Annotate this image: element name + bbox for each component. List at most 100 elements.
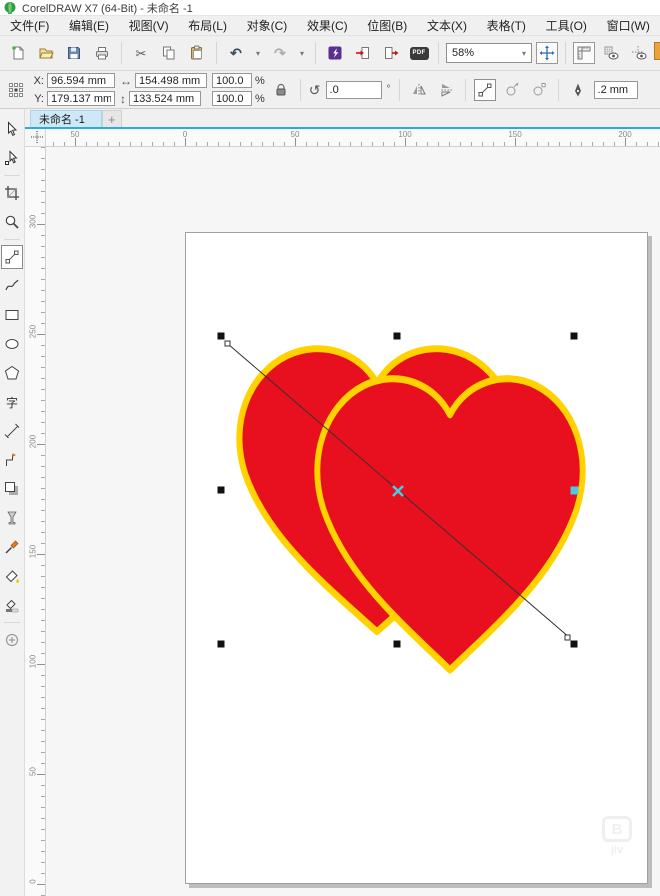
- quick-customize-button[interactable]: [1, 628, 23, 652]
- paste-button[interactable]: [185, 41, 209, 65]
- selection-handle-active[interactable]: [571, 487, 579, 495]
- import-button[interactable]: [351, 41, 375, 65]
- menu-text[interactable]: 文本(X): [427, 17, 467, 34]
- object-width-input[interactable]: [135, 73, 207, 88]
- export-icon: [383, 45, 399, 61]
- menu-table[interactable]: 表格(T): [487, 17, 526, 34]
- dimension-tool[interactable]: [1, 419, 23, 443]
- close-curve-button[interactable]: [501, 79, 523, 101]
- percent-label: %: [255, 93, 265, 105]
- lock-ratio-button[interactable]: [270, 79, 292, 101]
- pick-arrow-icon: [4, 121, 20, 137]
- selection-handle[interactable]: [218, 333, 225, 340]
- transparency-tool[interactable]: [1, 506, 23, 530]
- dimension-icon: [4, 423, 20, 439]
- x-position-input[interactable]: [47, 73, 115, 88]
- rectangle-tool[interactable]: [1, 303, 23, 327]
- selection-handle[interactable]: [571, 333, 578, 340]
- toolbox-separator: [4, 239, 20, 240]
- outline-width-input[interactable]: [594, 81, 638, 99]
- mirror-horizontal-button[interactable]: [408, 79, 430, 101]
- crop-tool[interactable]: [1, 181, 23, 205]
- menu-tools[interactable]: 工具(O): [546, 17, 587, 34]
- line-segment-button[interactable]: [474, 79, 496, 101]
- search-content-button[interactable]: [323, 41, 347, 65]
- cut-button[interactable]: ✂: [129, 41, 153, 65]
- artistic-media-tool[interactable]: [1, 274, 23, 298]
- drawing-workspace[interactable]: B jiv: [46, 147, 660, 896]
- menu-view[interactable]: 视图(V): [129, 17, 169, 34]
- selection-handle[interactable]: [394, 641, 401, 648]
- horizontal-ruler[interactable]: 50 0 50 100 150 200: [46, 129, 660, 147]
- freehand-tool[interactable]: [1, 245, 23, 269]
- grid-eye-icon: [603, 45, 619, 61]
- line-endpoint-node[interactable]: [225, 341, 230, 346]
- mirror-vertical-icon: [438, 82, 454, 98]
- transparency-glass-icon: [4, 510, 20, 526]
- search-content-icon: [327, 45, 343, 61]
- scale-y-input[interactable]: [212, 91, 252, 106]
- pick-tool[interactable]: [1, 117, 23, 141]
- menu-window[interactable]: 窗口(W): [607, 17, 650, 34]
- selection-handle[interactable]: [394, 333, 401, 340]
- undo-button[interactable]: ↶: [224, 41, 248, 65]
- toolbar-separator: [300, 79, 301, 101]
- redo-dropdown-button[interactable]: ▾: [296, 41, 308, 65]
- menu-edit[interactable]: 编辑(E): [69, 17, 109, 34]
- color-eyedropper-tool[interactable]: [1, 535, 23, 559]
- selection-handle[interactable]: [571, 641, 578, 648]
- new-document-button[interactable]: [6, 41, 30, 65]
- menu-object[interactable]: 对象(C): [247, 17, 288, 34]
- mirror-vertical-button[interactable]: [435, 79, 457, 101]
- menu-effects[interactable]: 效果(C): [307, 17, 348, 34]
- object-origin-button[interactable]: [5, 79, 27, 101]
- shape-node-arrow-icon: [4, 150, 20, 166]
- selection-handle[interactable]: [218, 641, 225, 648]
- save-floppy-icon: [66, 45, 82, 61]
- undo-dropdown-button[interactable]: ▾: [252, 41, 264, 65]
- drop-shadow-tool[interactable]: [1, 477, 23, 501]
- magnifier-icon: [4, 214, 20, 230]
- zoom-to-page-button[interactable]: [536, 42, 558, 64]
- show-grid-button[interactable]: [599, 41, 623, 65]
- interactive-fill-tool[interactable]: [1, 593, 23, 617]
- line-endpoint-node[interactable]: [565, 635, 570, 640]
- text-tool[interactable]: 字: [1, 390, 23, 414]
- print-button[interactable]: [90, 41, 114, 65]
- freehand-line-icon: [4, 249, 20, 265]
- selection-handle[interactable]: [218, 487, 225, 494]
- menu-bitmaps[interactable]: 位图(B): [367, 17, 407, 34]
- redo-button[interactable]: ↷: [268, 41, 292, 65]
- snap-to-button[interactable]: [627, 41, 651, 65]
- y-position-input[interactable]: [47, 91, 115, 106]
- publish-pdf-button[interactable]: PDF: [407, 41, 431, 65]
- document-tab[interactable]: 未命名 -1: [30, 110, 102, 127]
- open-button[interactable]: [34, 41, 58, 65]
- reduce-nodes-button[interactable]: [528, 79, 550, 101]
- pdf-icon: PDF: [410, 47, 429, 60]
- object-height-input[interactable]: [129, 91, 201, 106]
- shape-tool[interactable]: [1, 146, 23, 170]
- export-button[interactable]: [379, 41, 403, 65]
- fill-tool[interactable]: [1, 564, 23, 588]
- vertical-ruler[interactable]: 300 250 200 150 100 50 0: [25, 147, 46, 896]
- copy-button[interactable]: [157, 41, 181, 65]
- save-button[interactable]: [62, 41, 86, 65]
- polygon-tool[interactable]: [1, 361, 23, 385]
- rotation-angle-input[interactable]: [326, 81, 382, 99]
- menu-file[interactable]: 文件(F): [10, 17, 49, 34]
- toolbox-separator: [4, 175, 20, 176]
- ellipse-tool[interactable]: [1, 332, 23, 356]
- heart-shape-front[interactable]: [317, 379, 582, 670]
- menu-layout[interactable]: 布局(L): [188, 17, 227, 34]
- show-rulers-button[interactable]: [573, 42, 595, 64]
- ruler-label: 0: [183, 130, 187, 139]
- zoom-level-dropdown[interactable]: 58% ▾: [446, 43, 532, 63]
- zoom-tool[interactable]: [1, 210, 23, 234]
- scale-x-input[interactable]: [212, 73, 252, 88]
- new-tab-button[interactable]: +: [102, 110, 122, 127]
- ruler-label: 300: [29, 215, 38, 229]
- toolbox-separator: [4, 622, 20, 623]
- connector-tool[interactable]: [1, 448, 23, 472]
- outline-width-button[interactable]: [567, 79, 589, 101]
